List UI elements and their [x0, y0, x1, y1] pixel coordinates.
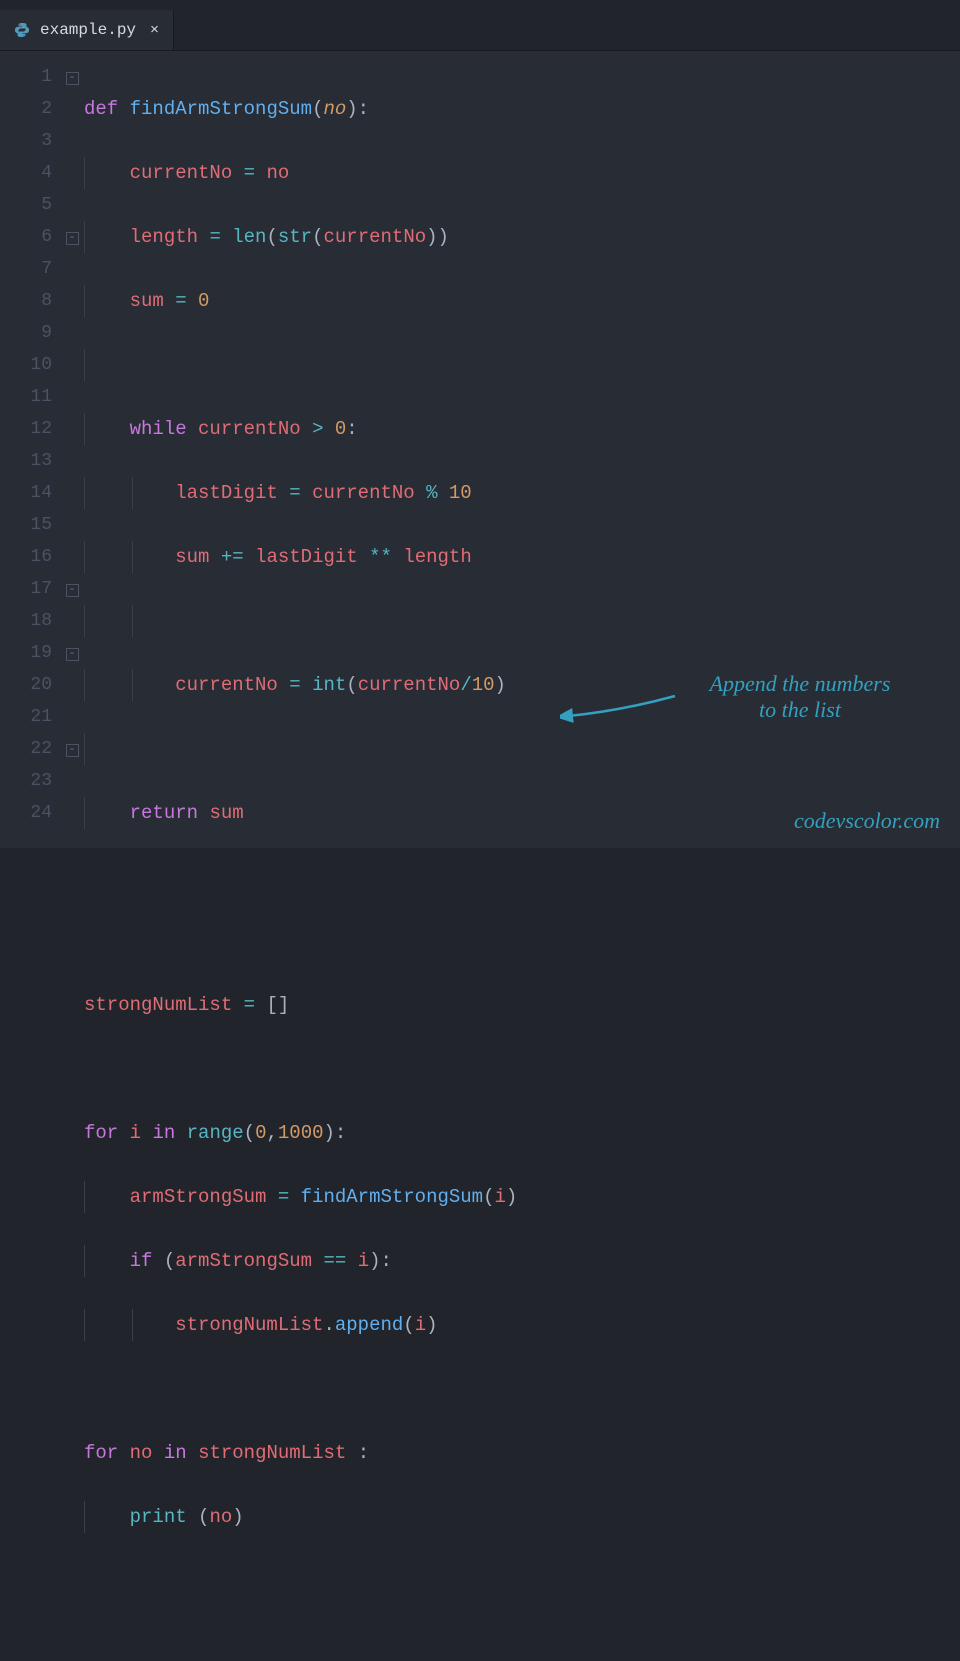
line-number: 16 [0, 541, 60, 573]
line-number: 4 [0, 157, 60, 189]
line-number: 21 [0, 701, 60, 733]
line-number: 1 [0, 61, 60, 93]
code-content[interactable]: def findArmStrongSum(no): currentNo = no… [84, 51, 960, 848]
fold-toggle[interactable]: - [60, 61, 84, 93]
line-number: 24 [0, 797, 60, 829]
line-number: 10 [0, 349, 60, 381]
fold-toggle[interactable]: - [60, 637, 84, 669]
line-number: 3 [0, 125, 60, 157]
fold-gutter: - - - - - [60, 51, 84, 848]
line-number: 14 [0, 477, 60, 509]
line-number: 22 [0, 733, 60, 765]
line-number: 6 [0, 221, 60, 253]
fold-toggle[interactable]: - [60, 573, 84, 605]
fold-toggle[interactable]: - [60, 733, 84, 765]
line-number: 8 [0, 285, 60, 317]
line-number: 15 [0, 509, 60, 541]
tab-example-py[interactable]: example.py × [0, 10, 174, 50]
tab-filename: example.py [40, 21, 136, 39]
close-icon[interactable]: × [150, 22, 159, 39]
line-number: 5 [0, 189, 60, 221]
line-number: 18 [0, 605, 60, 637]
annotation-text: Append the numbers to the list [670, 671, 930, 723]
code-editor[interactable]: 1 2 3 4 5 6 7 8 9 10 11 12 13 14 15 16 1… [0, 51, 960, 848]
line-number: 23 [0, 765, 60, 797]
fold-toggle[interactable]: - [60, 221, 84, 253]
line-number: 13 [0, 445, 60, 477]
line-number: 11 [0, 381, 60, 413]
line-number: 17 [0, 573, 60, 605]
watermark: codevscolor.com [794, 808, 940, 834]
line-number-gutter: 1 2 3 4 5 6 7 8 9 10 11 12 13 14 15 16 1… [0, 51, 60, 848]
line-number: 7 [0, 253, 60, 285]
line-number: 12 [0, 413, 60, 445]
line-number: 20 [0, 669, 60, 701]
line-number: 9 [0, 317, 60, 349]
python-file-icon [14, 22, 30, 38]
tab-bar: example.py × [0, 10, 960, 51]
line-number: 2 [0, 93, 60, 125]
line-number: 19 [0, 637, 60, 669]
